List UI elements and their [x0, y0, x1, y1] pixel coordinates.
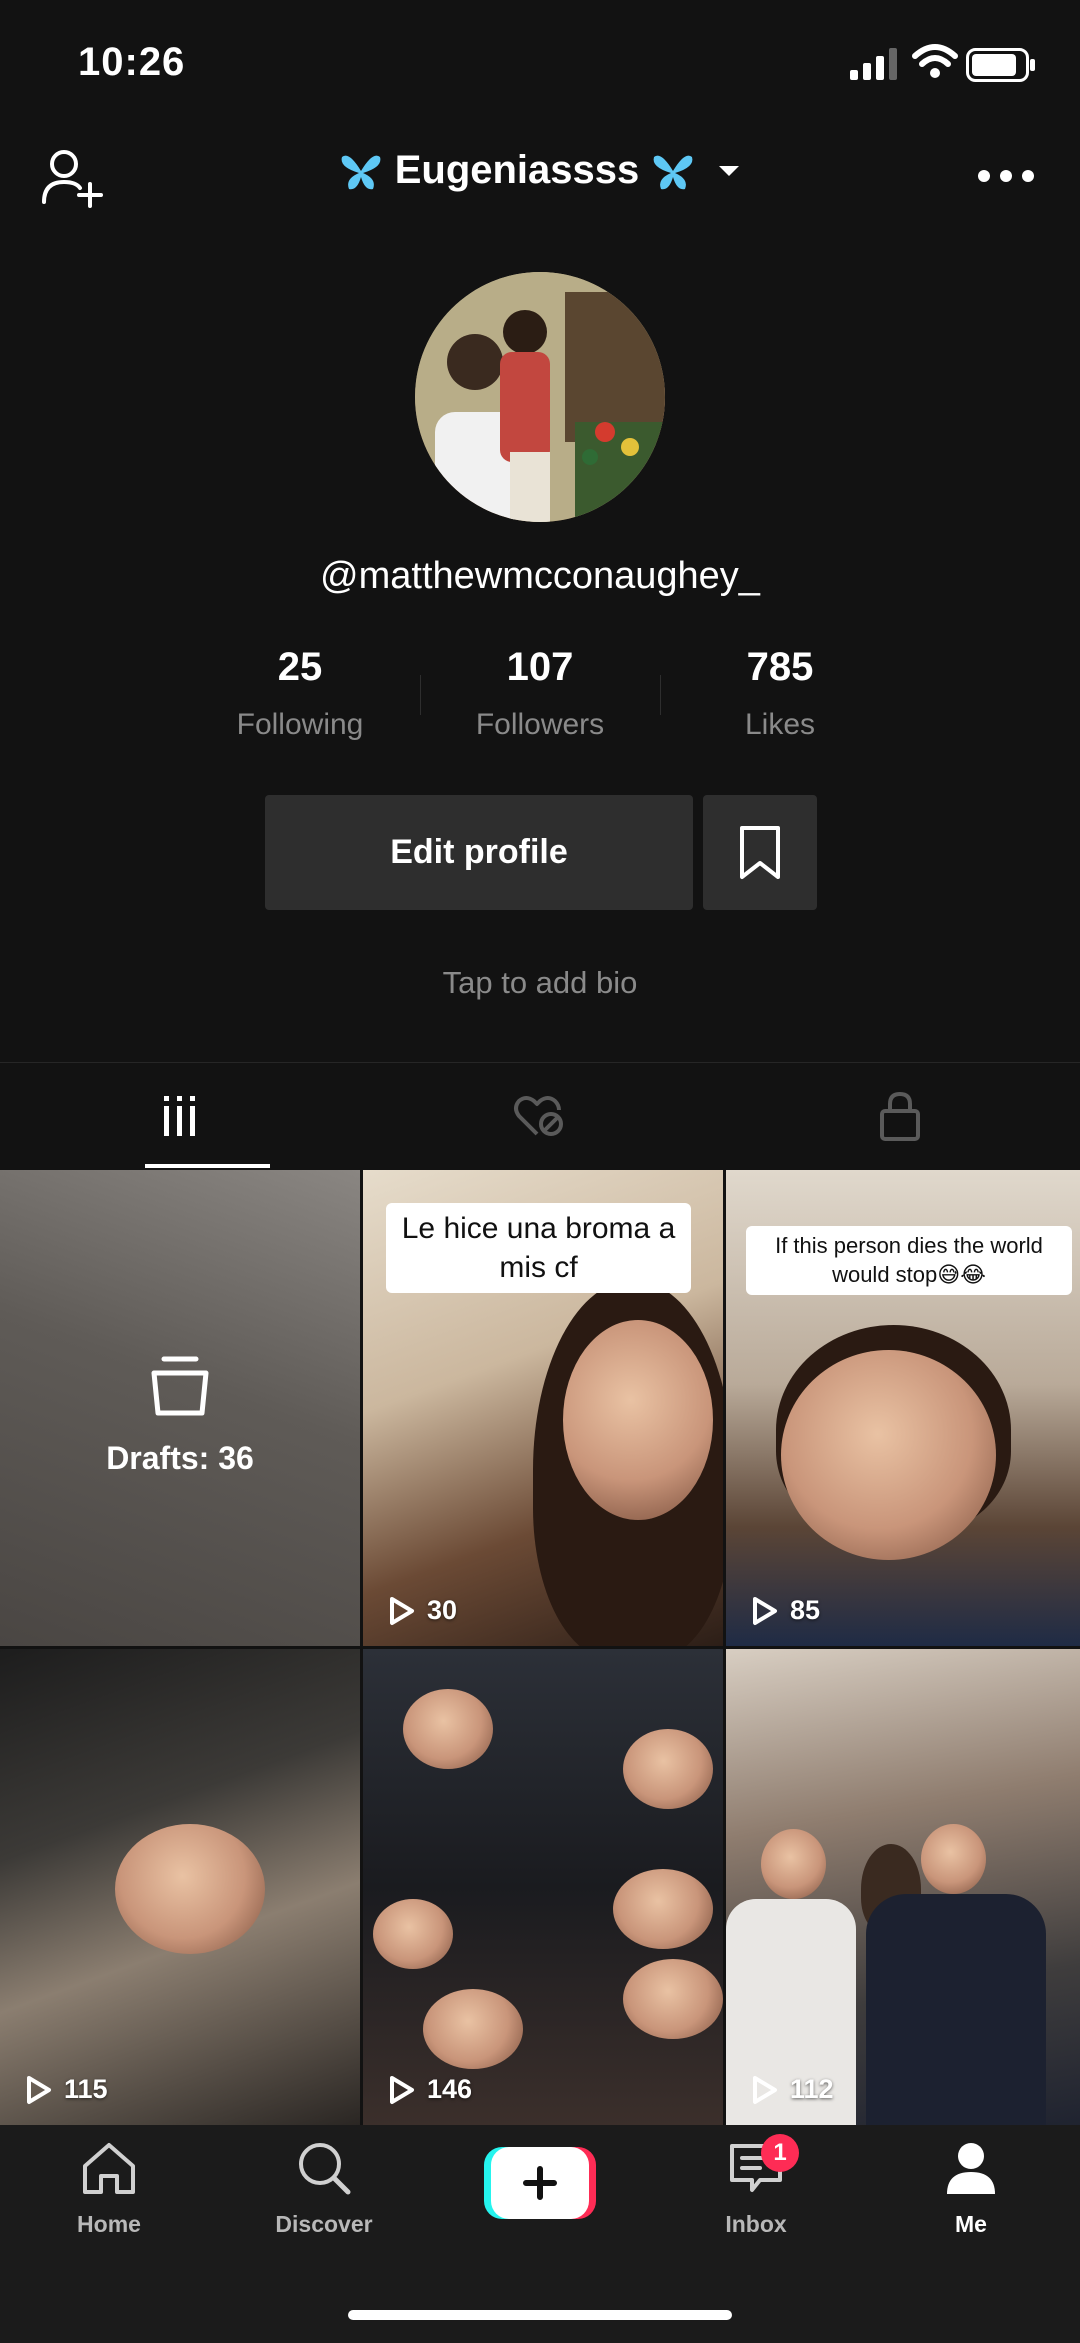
tab-liked[interactable]	[360, 1063, 720, 1168]
display-name: Eugeniassss	[394, 148, 640, 192]
status-time: 10:26	[78, 40, 186, 84]
play-icon	[753, 1596, 777, 1625]
view-count-value: 85	[790, 1595, 821, 1625]
nav-label: Me	[955, 2211, 987, 2237]
bookmark-icon	[740, 825, 780, 879]
avatar[interactable]	[415, 272, 665, 522]
video-caption: If this person dies the world would stop…	[746, 1226, 1072, 1296]
nav-home[interactable]: Home	[29, 2140, 189, 2238]
view-count: 112	[752, 2074, 834, 2105]
stat-label: Likes	[744, 708, 816, 741]
notification-badge: 1	[761, 2134, 799, 2172]
drafts-tile[interactable]: Drafts: 36	[0, 1170, 360, 1646]
username-handle: @matthewmcconaughey_	[320, 555, 760, 597]
profile-stats: 25 Following 107 Followers 785 Likes	[180, 645, 900, 755]
view-count: 115	[26, 2074, 108, 2105]
stat-value: 25	[277, 645, 323, 689]
chevron-down-icon	[719, 165, 740, 176]
nav-me[interactable]: Me	[891, 2140, 1051, 2238]
play-icon	[390, 1596, 414, 1625]
video-thumbnail[interactable]: 146	[363, 1649, 723, 2125]
person-icon	[947, 2143, 995, 2194]
stat-label: Following	[236, 708, 364, 741]
signal-icon	[850, 48, 897, 80]
video-thumbnail[interactable]: Le hice una broma a mis cf 30	[363, 1170, 723, 1646]
view-count-value: 115	[64, 2074, 108, 2104]
nav-inbox[interactable]: 1 Inbox	[676, 2134, 836, 2238]
stat-label: Followers	[475, 708, 605, 741]
butterfly-icon	[341, 155, 381, 189]
play-icon	[27, 2075, 51, 2104]
video-thumbnail[interactable]: 112	[726, 1649, 1080, 2125]
video-grid: Drafts: 36 Le hice una broma a mis cf 30…	[0, 1170, 1080, 2125]
view-count: 85	[752, 1595, 820, 1626]
stat-followers[interactable]: 107 Followers	[420, 645, 660, 755]
edit-profile-button[interactable]: Edit profile	[265, 795, 693, 910]
drafts-label: Drafts: 36	[106, 1440, 254, 1476]
account-switcher[interactable]: Eugeniassss	[0, 148, 1080, 193]
tab-private[interactable]	[720, 1063, 1080, 1168]
drafts-icon	[151, 1356, 209, 1416]
favorites-button[interactable]	[703, 795, 817, 910]
stat-value: 107	[506, 645, 574, 689]
stat-following[interactable]: 25 Following	[180, 645, 420, 755]
stat-likes[interactable]: 785 Likes	[660, 645, 900, 755]
view-count: 30	[389, 1595, 457, 1626]
liked-hidden-icon	[514, 1095, 563, 1136]
tab-videos[interactable]	[0, 1063, 360, 1168]
search-icon	[299, 2143, 351, 2195]
create-button[interactable]	[484, 2147, 596, 2219]
nav-label: Home	[77, 2211, 141, 2237]
videos-grid-icon	[164, 1095, 195, 1136]
play-icon	[753, 2075, 777, 2104]
bio-placeholder[interactable]: Tap to add bio	[0, 965, 1080, 1001]
play-icon	[390, 2075, 414, 2104]
video-thumbnail[interactable]: 115	[0, 1649, 360, 2125]
profile-tabs	[0, 1062, 1080, 1168]
view-count-value: 112	[790, 2074, 834, 2104]
view-count-value: 30	[427, 1595, 458, 1625]
nav-label: Discover	[275, 2211, 373, 2237]
view-count-value: 146	[427, 2074, 473, 2104]
view-count: 146	[389, 2074, 472, 2105]
butterfly-icon	[653, 155, 693, 189]
avatar-photo	[415, 272, 665, 522]
profile-header: Eugeniassss	[0, 130, 1080, 230]
stat-value: 785	[746, 645, 814, 689]
drafts-info: Drafts: 36	[0, 1355, 360, 1477]
nav-label: Inbox	[725, 2211, 787, 2237]
video-caption: Le hice una broma a mis cf	[386, 1203, 691, 1293]
home-icon	[83, 2143, 135, 2194]
status-bar: 10:26	[0, 0, 1080, 130]
wifi-icon	[912, 44, 958, 78]
nav-discover[interactable]: Discover	[244, 2140, 404, 2238]
battery-icon	[966, 48, 1035, 82]
home-indicator	[348, 2310, 732, 2320]
video-thumbnail[interactable]: If this person dies the world would stop…	[726, 1170, 1080, 1646]
lock-icon	[880, 1091, 920, 1141]
more-dots-icon[interactable]	[978, 170, 1034, 182]
